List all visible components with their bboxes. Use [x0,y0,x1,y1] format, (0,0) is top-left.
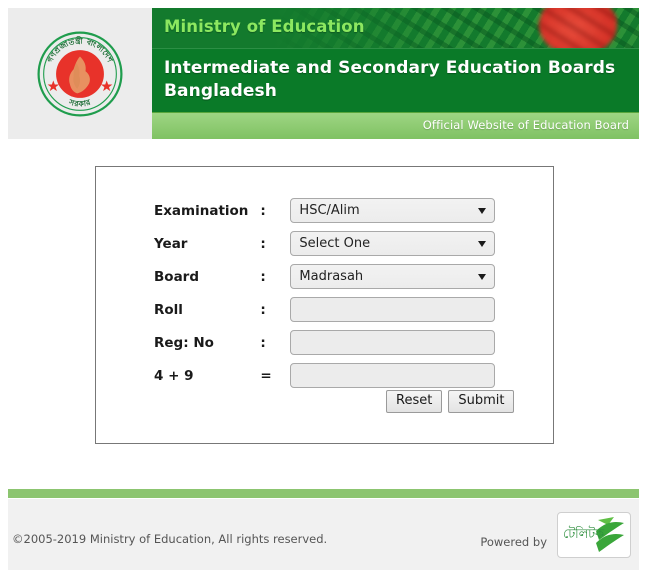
year-select-value: Select One [299,236,371,251]
chevron-down-icon [478,273,487,280]
result-search-form-panel: Examination : HSC/Alim Year : Select One… [95,166,554,444]
label-examination: Examination [154,202,249,219]
teletalk-logo[interactable]: টেলিটক [557,512,631,558]
separator-examination: : [260,202,266,219]
form-row-roll: Roll : [154,293,496,326]
examination-select-value: HSC/Alim [299,203,360,218]
label-captcha: 4 + 9 [154,367,194,384]
board-select[interactable]: Madrasah [290,264,496,289]
chevron-down-icon [478,240,487,247]
page-title: Intermediate and Secondary Education Boa… [164,58,616,101]
form-row-registration: Reg: No : [154,326,496,359]
label-registration: Reg: No [154,334,214,351]
site-footer: ©2005-2019 Ministry of Education, All ri… [8,489,639,570]
separator-year: : [260,235,266,252]
form-row-board: Board : Madrasah [154,260,496,293]
registration-input[interactable] [290,330,496,355]
copyright-text: ©2005-2019 Ministry of Education, All ri… [12,532,328,546]
header-subbar: Official Website of Education Board [152,112,639,139]
site-header: গণপ্রজাতন্ত্রী বাংলাদেশ সরকার Ministry o… [8,8,639,139]
reset-button[interactable]: Reset [386,390,443,413]
powered-by-label: Powered by [480,535,547,549]
footer-green-divider [8,489,639,498]
official-website-label: Official Website of Education Board [422,118,629,132]
board-select-value: Madrasah [299,269,364,284]
separator-board: : [260,268,266,285]
label-board: Board [154,268,199,285]
content-area: Examination : HSC/Alim Year : Select One… [8,139,639,489]
header-title-band: Intermediate and Secondary Education Boa… [152,48,639,112]
bangladesh-government-emblem-icon: গণপ্রজাতন্ত্রী বাংলাদেশ সরকার [34,28,126,120]
header-banner: Ministry of Education Intermediate and S… [152,8,639,139]
form-fields-table: Examination : HSC/Alim Year : Select One… [154,194,496,392]
year-select[interactable]: Select One [290,231,496,256]
teletalk-label: টেলিটক [563,527,604,542]
flag-red-circle-stripes [539,8,617,48]
separator-captcha: = [260,367,272,384]
separator-roll: : [260,301,266,318]
captcha-input[interactable] [290,363,496,388]
form-buttons: Reset Submit [386,390,515,413]
examination-select[interactable]: HSC/Alim [290,198,496,223]
page-root: গণপ্রজাতন্ত্রী বাংলাদেশ সরকার Ministry o… [0,0,647,578]
ministry-label: Ministry of Education [164,17,365,36]
header-top-band: Ministry of Education [152,8,639,48]
roll-input[interactable] [290,297,496,322]
submit-button[interactable]: Submit [448,390,515,413]
separator-registration: : [260,334,266,351]
label-roll: Roll [154,301,183,318]
footer-body: ©2005-2019 Ministry of Education, All ri… [8,498,639,570]
chevron-down-icon [478,207,487,214]
form-row-examination: Examination : HSC/Alim [154,194,496,227]
form-row-captcha: 4 + 9 = [154,359,496,392]
form-row-year: Year : Select One [154,227,496,260]
label-year: Year [154,235,188,252]
logo-panel: গণপ্রজাতন্ত্রী বাংলাদেশ সরকার [8,8,152,139]
